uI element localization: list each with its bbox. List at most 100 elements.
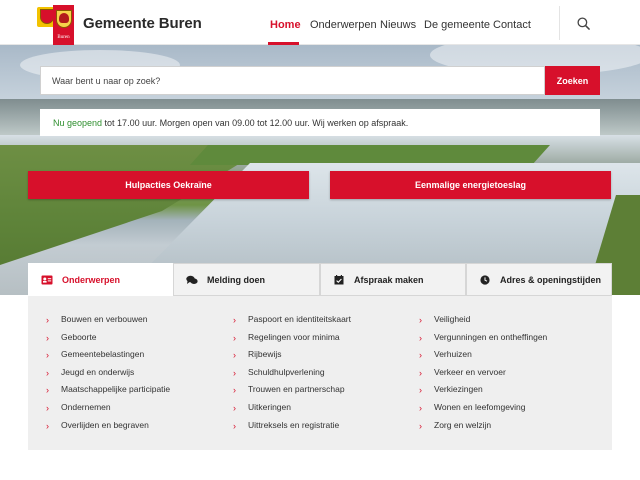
header-divider bbox=[559, 6, 560, 40]
topic-link[interactable]: › Geboorte bbox=[46, 332, 170, 350]
search-input[interactable] bbox=[41, 67, 544, 94]
chevron-right-icon: › bbox=[46, 402, 49, 413]
chevron-right-icon: › bbox=[419, 315, 422, 325]
site-title[interactable]: Gemeente Buren bbox=[83, 15, 202, 32]
topic-link[interactable]: › Bouwen en verbouwen bbox=[46, 314, 170, 332]
topic-link[interactable]: › Verkiezingen bbox=[419, 384, 547, 402]
tab-afspraak-maken[interactable]: Afspraak maken bbox=[320, 263, 466, 296]
tab-adres-openingstijden[interactable]: Adres & openingstijden bbox=[466, 263, 612, 296]
lion-icon bbox=[59, 13, 69, 23]
chevron-right-icon: › bbox=[419, 385, 422, 396]
chevron-right-icon: › bbox=[46, 420, 49, 431]
topic-link[interactable]: › Overlijden en begraven bbox=[46, 420, 170, 438]
gemeente-buren-logo[interactable]: Buren bbox=[28, 5, 75, 45]
site-header: Buren Gemeente Buren Home Onderwerpen Ni… bbox=[0, 0, 640, 45]
search-bar bbox=[40, 66, 545, 95]
topic-label: Uitkeringen bbox=[248, 401, 291, 412]
topic-label: Bouwen en verbouwen bbox=[61, 314, 148, 324]
topic-label: Gemeentebelastingen bbox=[61, 349, 145, 360]
topic-link[interactable]: › Veiligheid bbox=[419, 314, 547, 332]
topic-link[interactable]: › Uittreksels en registratie bbox=[233, 420, 351, 438]
topic-link[interactable]: › Gemeentebelastingen bbox=[46, 349, 170, 367]
topic-link[interactable]: › Verkeer en vervoer bbox=[419, 367, 547, 385]
nav-home[interactable]: Home bbox=[270, 19, 301, 31]
topic-link[interactable]: › Paspoort en identiteitskaart bbox=[233, 314, 351, 332]
topic-label: Veiligheid bbox=[434, 314, 471, 324]
chevron-right-icon: › bbox=[233, 402, 236, 413]
topic-link[interactable]: › Rijbewijs bbox=[233, 349, 351, 367]
nav-de-gemeente[interactable]: De gemeente bbox=[424, 19, 490, 31]
topic-label: Paspoort en identiteitskaart bbox=[248, 314, 352, 324]
calendar-check-icon bbox=[334, 275, 344, 285]
topic-link[interactable]: › Vergunningen en ontheffingen bbox=[419, 332, 547, 350]
open-status: Nu geopend bbox=[53, 118, 103, 128]
tab-onderwerpen[interactable]: Onderwerpen bbox=[28, 263, 173, 296]
topic-link[interactable]: › Uitkeringen bbox=[233, 402, 351, 420]
topic-link[interactable]: › Ondernemen bbox=[46, 402, 170, 420]
chevron-right-icon: › bbox=[419, 367, 422, 378]
nav-nieuws[interactable]: Nieuws bbox=[380, 19, 416, 31]
topic-label: Verhuizen bbox=[434, 349, 472, 360]
topic-label: Schuldhulpverlening bbox=[248, 366, 325, 377]
energietoeslag-button[interactable]: Eenmalige energietoeslag bbox=[330, 171, 611, 199]
topic-link[interactable]: › Wonen en leefomgeving bbox=[419, 402, 547, 420]
search-icon[interactable] bbox=[577, 17, 590, 30]
meadow-center bbox=[190, 145, 550, 165]
topic-link[interactable]: › Trouwen en partnerschap bbox=[233, 384, 351, 402]
topics-column-3: › Veiligheid › Vergunningen en ontheffinge… bbox=[419, 314, 547, 437]
opening-hours-bar: Nu geopend tot 17.00 uur. Morgen open va… bbox=[40, 109, 600, 136]
logo-text: Buren bbox=[57, 35, 70, 40]
topic-label: Geboorte bbox=[61, 331, 97, 342]
chevron-right-icon: › bbox=[233, 420, 236, 431]
tab-label: Adres & openingstijden bbox=[500, 275, 602, 285]
nav-onderwerpen[interactable]: Onderwerpen bbox=[310, 19, 377, 31]
service-tabs: Onderwerpen Melding doen Afspraak maken … bbox=[28, 263, 612, 296]
topic-label: Verkeer en vervoer bbox=[434, 366, 506, 377]
tab-label: Melding doen bbox=[207, 275, 265, 285]
chevron-right-icon: › bbox=[46, 350, 49, 361]
topic-link[interactable]: › Maatschappelijke participatie bbox=[46, 384, 170, 402]
id-card-icon bbox=[41, 275, 53, 285]
topic-label: Wonen en leefomgeving bbox=[434, 401, 526, 412]
chat-bubbles-icon bbox=[186, 275, 198, 284]
topic-label: Maatschappelijke participatie bbox=[61, 384, 171, 395]
chevron-right-icon: › bbox=[419, 332, 422, 343]
chevron-right-icon: › bbox=[46, 315, 49, 325]
chevron-right-icon: › bbox=[233, 350, 236, 361]
chevron-right-icon: › bbox=[419, 350, 422, 361]
topic-link[interactable]: › Schuldhulpverlening bbox=[233, 367, 351, 385]
tab-melding-doen[interactable]: Melding doen bbox=[173, 263, 320, 296]
topics-column-1: › Bouwen en verbouwen › Geboorte › Gemeente… bbox=[46, 314, 170, 437]
topic-label: Regelingen voor minima bbox=[248, 331, 340, 342]
topic-link[interactable]: › Verhuizen bbox=[419, 349, 547, 367]
hulpacties-oekraine-button[interactable]: Hulpacties Oekraïne bbox=[28, 171, 309, 199]
topics-panel: › Bouwen en verbouwen › Geboorte › Gemeente… bbox=[28, 296, 612, 450]
tab-label: Afspraak maken bbox=[354, 275, 424, 285]
topic-label: Overlijden en begraven bbox=[61, 419, 149, 430]
topic-label: Ondernemen bbox=[61, 401, 111, 412]
chevron-right-icon: › bbox=[46, 332, 49, 343]
chevron-right-icon: › bbox=[233, 315, 236, 325]
topics-column-2: › Paspoort en identiteitskaart › Regelinge… bbox=[233, 314, 351, 437]
topic-label: Rijbewijs bbox=[248, 349, 282, 360]
chevron-right-icon: › bbox=[233, 385, 236, 396]
topic-link[interactable]: › Jeugd en onderwijs bbox=[46, 367, 170, 385]
topic-label: Vergunningen en ontheffingen bbox=[434, 331, 548, 342]
clock-icon bbox=[480, 275, 490, 285]
topic-label: Verkiezingen bbox=[434, 384, 483, 395]
nav-contact[interactable]: Contact bbox=[493, 19, 531, 31]
logo-shield bbox=[40, 9, 54, 24]
topic-label: Jeugd en onderwijs bbox=[61, 366, 135, 377]
topic-link[interactable]: › Regelingen voor minima bbox=[233, 332, 351, 350]
topic-label: Zorg en welzijn bbox=[434, 419, 492, 430]
chevron-right-icon: › bbox=[46, 385, 49, 396]
topic-label: Trouwen en partnerschap bbox=[248, 384, 345, 395]
chevron-right-icon: › bbox=[46, 367, 49, 378]
opening-hours-text: tot 17.00 uur. Morgen open van 09.00 tot… bbox=[102, 118, 409, 128]
chevron-right-icon: › bbox=[233, 332, 236, 343]
search-button[interactable]: Zoeken bbox=[545, 66, 600, 95]
chevron-right-icon: › bbox=[419, 420, 422, 431]
topic-link[interactable]: › Zorg en welzijn bbox=[419, 420, 547, 438]
chevron-right-icon: › bbox=[233, 367, 236, 378]
topic-label: Uittreksels en registratie bbox=[248, 419, 340, 430]
